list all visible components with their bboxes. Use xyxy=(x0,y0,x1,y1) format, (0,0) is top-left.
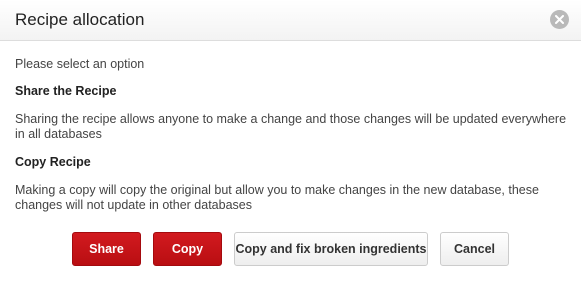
share-heading: Share the Recipe xyxy=(15,84,117,98)
share-description: Sharing the recipe allows anyone to make… xyxy=(15,112,567,141)
dialog-title: Recipe allocation xyxy=(15,10,145,29)
copy-button[interactable]: Copy xyxy=(153,232,222,266)
share-button[interactable]: Share xyxy=(72,232,141,266)
close-button[interactable] xyxy=(550,10,569,29)
close-icon xyxy=(555,15,564,24)
copy-and-fix-button[interactable]: Copy and fix broken ingredients xyxy=(234,232,428,266)
dialog-body: Please select an option Share the Recipe… xyxy=(0,41,581,213)
intro-text: Please select an option xyxy=(15,57,145,71)
copy-heading: Copy Recipe xyxy=(15,155,91,169)
dialog-header: Recipe allocation xyxy=(0,0,581,41)
cancel-button[interactable]: Cancel xyxy=(440,232,509,266)
button-row: Share Copy Copy and fix broken ingredien… xyxy=(0,232,581,266)
copy-description: Making a copy will copy the original but… xyxy=(15,183,539,212)
recipe-allocation-dialog: Recipe allocation Please select an optio… xyxy=(0,0,581,282)
